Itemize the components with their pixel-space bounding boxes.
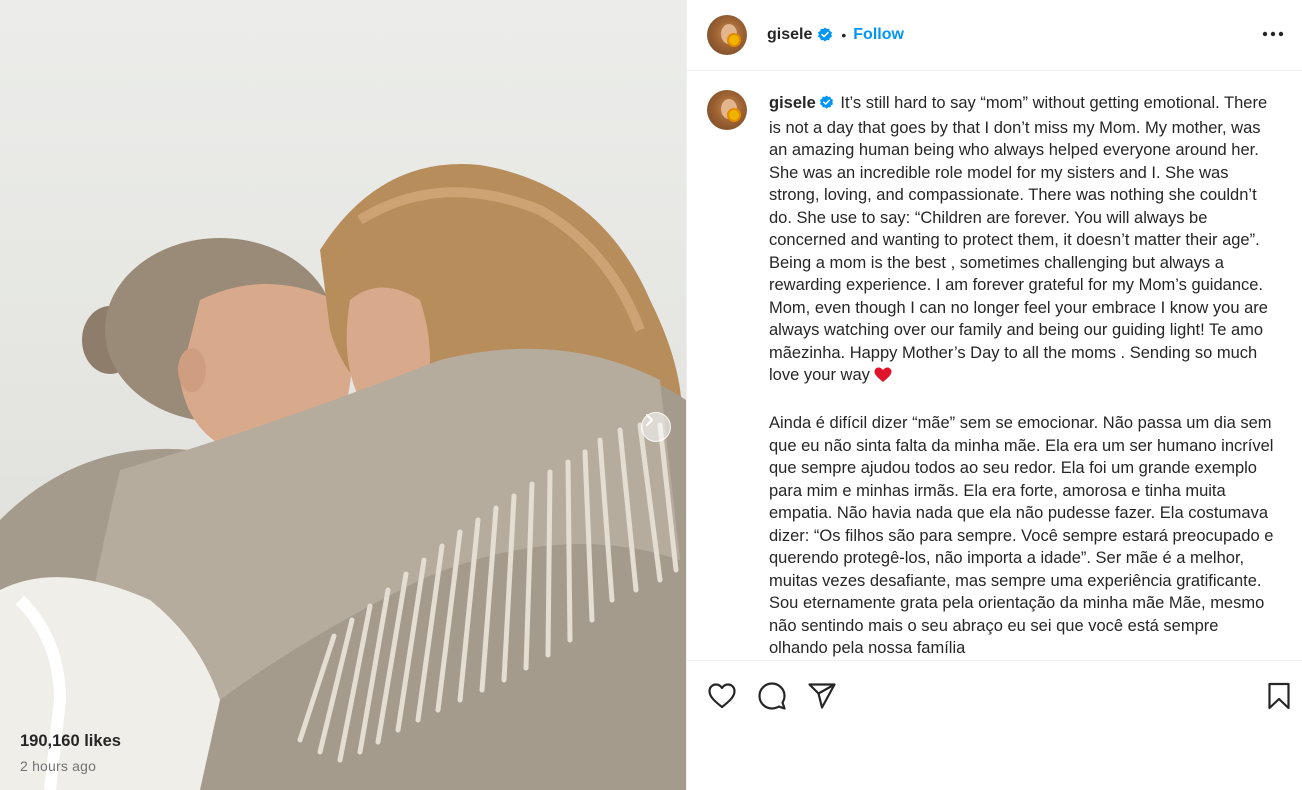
caption-username[interactable]: gisele [769, 94, 816, 112]
heart-outline-icon[interactable] [707, 681, 737, 711]
post-photo[interactable] [0, 0, 686, 790]
verified-badge-icon [817, 27, 833, 43]
action-bar [687, 661, 1302, 731]
follow-button[interactable]: Follow [853, 26, 904, 44]
red-heart-emoji [874, 367, 892, 390]
post-details-panel: gisele • Follow gisele It’s still hard t… [686, 0, 1302, 790]
avatar[interactable] [707, 15, 747, 55]
separator-dot: • [841, 27, 847, 43]
bookmark-icon[interactable] [1264, 681, 1294, 711]
caption-avatar[interactable] [707, 90, 747, 130]
comment-bubble-icon[interactable] [757, 681, 787, 711]
next-photo-button[interactable] [641, 412, 671, 442]
more-options-icon[interactable] [1261, 22, 1285, 46]
caption-english: It’s still hard to say “mom” without get… [769, 94, 1273, 384]
post-timestamp[interactable]: 2 hours ago [20, 758, 96, 774]
caption-scroll-area[interactable]: gisele It’s still hard to say “mom” with… [687, 71, 1302, 661]
username-link[interactable]: gisele [767, 26, 812, 44]
chevron-right-icon [646, 414, 653, 426]
like-count[interactable]: 190,160 likes [20, 732, 121, 751]
post-image-illustration [0, 164, 686, 790]
caption-portuguese: Ainda é difícil dizer “mãe” sem se emoci… [769, 414, 1279, 657]
verified-badge-icon [819, 94, 834, 117]
caption-text: gisele It’s still hard to say “mom” with… [769, 92, 1274, 660]
paper-plane-icon[interactable] [807, 681, 837, 711]
post-header: gisele • Follow [687, 0, 1302, 71]
